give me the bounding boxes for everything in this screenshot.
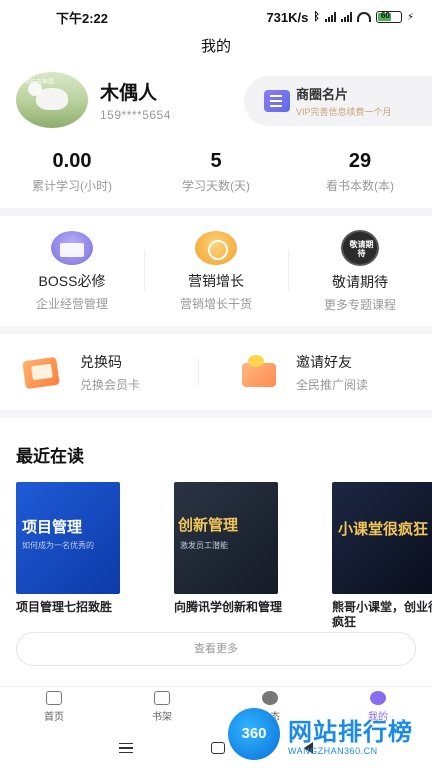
invite-friends-button[interactable]: 邀请好友 全民推广阅读 [216, 352, 432, 393]
book-cover[interactable]: 创新管理 激发员工潜能 [174, 482, 278, 594]
redeem-code-button[interactable]: 兑换码 兑换会员卡 [0, 352, 216, 393]
stat-value: 5 [210, 150, 222, 172]
book-card[interactable]: 项目管理 如何成为一名优秀的 项目管理七招致胜 [16, 482, 174, 632]
menu-icon[interactable] [119, 743, 134, 753]
category-subtitle: 更多专题课程 [323, 297, 396, 312]
stat-value: 29 [348, 150, 372, 172]
category-boss[interactable]: BOSS必修 企业经营管理 [0, 230, 144, 312]
user-phone: 159****5654 [100, 108, 171, 122]
stat-label: 累计学习(小时) [32, 179, 112, 193]
stat-label: 看书本数(本) [326, 179, 394, 193]
book-title: 项目管理七招致胜 [16, 600, 113, 614]
action-subtitle: 兑换会员卡 [80, 377, 141, 392]
book-card[interactable]: 创新管理 激发员工潜能 向腾讯学创新和管理 [174, 482, 332, 632]
battery-level: 60 [380, 11, 390, 20]
recent-reading-title: 最近在读 [16, 447, 84, 466]
business-card-icon [264, 90, 290, 112]
coming-soon-badge: 敬请期待 [349, 239, 374, 258]
profile-page: 下午2:22 731K/s ᛒ 60 ⚡ 我的 市玩去养昌 木偶人 159***… [0, 0, 432, 768]
watermark-url: WANGZHAN360.CN [288, 746, 378, 756]
book-cover[interactable]: 小课堂很疯狂 [332, 482, 432, 594]
bookshelf-icon [154, 691, 170, 705]
course-categories: BOSS必修 企业经营管理 营销增长 营销增长干货 敬请期待 敬请期待 更多专题… [0, 216, 432, 326]
section-divider [0, 326, 432, 334]
marketing-icon [195, 230, 237, 265]
stat-label: 学习天数(天) [182, 179, 250, 193]
learning-stats: 0.00 累计学习(小时) 5 学习天数(天) 29 看书本数(本) [0, 140, 432, 208]
category-subtitle: 营销增长干货 [179, 296, 252, 311]
status-time: 下午2:22 [56, 10, 109, 26]
tab-label: 书架 [152, 712, 172, 723]
business-card-button[interactable]: 商圈名片 VIP完善信息续费一个月 [244, 76, 432, 126]
coming-soon-icon: 敬请期待 [341, 229, 379, 266]
category-marketing[interactable]: 营销增长 营销增长干货 [144, 230, 288, 312]
quick-actions: 兑换码 兑换会员卡 邀请好友 全民推广阅读 [0, 334, 432, 410]
invite-friends-icon [234, 353, 282, 391]
book-stack-icon [51, 230, 93, 265]
category-coming-soon[interactable]: 敬请期待 敬请期待 更多专题课程 [288, 229, 432, 313]
stat-study-days[interactable]: 5 学习天数(天) [144, 150, 288, 208]
network-speed: 731K/s [266, 9, 309, 25]
action-title: 邀请好友 [296, 353, 352, 370]
category-subtitle: 企业经营管理 [35, 296, 108, 311]
user-name[interactable]: 木偶人 [100, 78, 157, 105]
business-card-subtitle: VIP完善信息续费一个月 [296, 107, 392, 117]
signal-icon-2 [340, 12, 352, 22]
stat-study-hours[interactable]: 0.00 累计学习(小时) [0, 150, 144, 208]
book-title: 熊哥小课堂，创业很疯狂 [332, 600, 432, 629]
wifi-icon [356, 12, 371, 22]
signal-icon [324, 12, 336, 22]
action-title: 兑换码 [80, 353, 122, 370]
action-divider [198, 358, 199, 386]
business-card-title: 商圈名片 [296, 87, 349, 102]
charging-icon: ⚡ [406, 11, 414, 23]
book-title: 向腾讯学创新和管理 [174, 600, 283, 614]
page-title: 我的 [200, 38, 231, 55]
section-divider [0, 410, 432, 418]
stat-value: 0.00 [52, 150, 92, 172]
section-divider [0, 208, 432, 216]
home-icon [46, 691, 62, 705]
watermark: 360 网站排行榜 WANGZHAN360.CN [228, 702, 432, 768]
tab-bookshelf[interactable]: 书架 [108, 687, 216, 728]
cover-title: 创新管理 [178, 517, 239, 534]
dog-image [28, 82, 68, 110]
book-cover[interactable]: 项目管理 如何成为一名优秀的 [16, 482, 120, 594]
category-title: 敬请期待 [332, 273, 388, 290]
category-title: 营销增长 [188, 272, 244, 289]
category-title: BOSS必修 [38, 272, 106, 289]
redeem-code-icon [18, 353, 66, 391]
cover-title: 项目管理 [22, 519, 83, 536]
recent-books-list[interactable]: 项目管理 如何成为一名优秀的 项目管理七招致胜 创新管理 激发员工潜能 向腾讯学… [0, 482, 432, 632]
action-subtitle: 全民推广阅读 [296, 377, 369, 392]
system-home-icon[interactable] [211, 742, 226, 754]
cover-title: 小课堂很疯狂 [338, 521, 429, 538]
status-bar: 下午2:22 731K/s ᛒ 60 ⚡ [0, 0, 432, 34]
cover-subtitle: 如何成为一名优秀的 [22, 541, 94, 550]
battery-icon: 60 [375, 11, 402, 23]
tab-label: 首页 [44, 712, 64, 723]
view-more-button[interactable]: 查看更多 [16, 632, 416, 666]
bluetooth-icon: ᛒ [313, 11, 320, 23]
watermark-name: 网站排行榜 [288, 719, 413, 746]
stat-books-read[interactable]: 29 看书本数(本) [288, 150, 432, 208]
tab-home[interactable]: 首页 [0, 687, 108, 728]
profile-header: 市玩去养昌 木偶人 159****5654 商圈名片 VIP完善信息续费一个月 [0, 60, 432, 140]
book-card[interactable]: 小课堂很疯狂 熊哥小课堂，创业很疯狂 [332, 482, 432, 632]
watermark-logo: 360 [228, 708, 280, 760]
avatar[interactable]: 市玩去养昌 [16, 72, 88, 128]
cover-subtitle: 激发员工潜能 [180, 541, 228, 550]
